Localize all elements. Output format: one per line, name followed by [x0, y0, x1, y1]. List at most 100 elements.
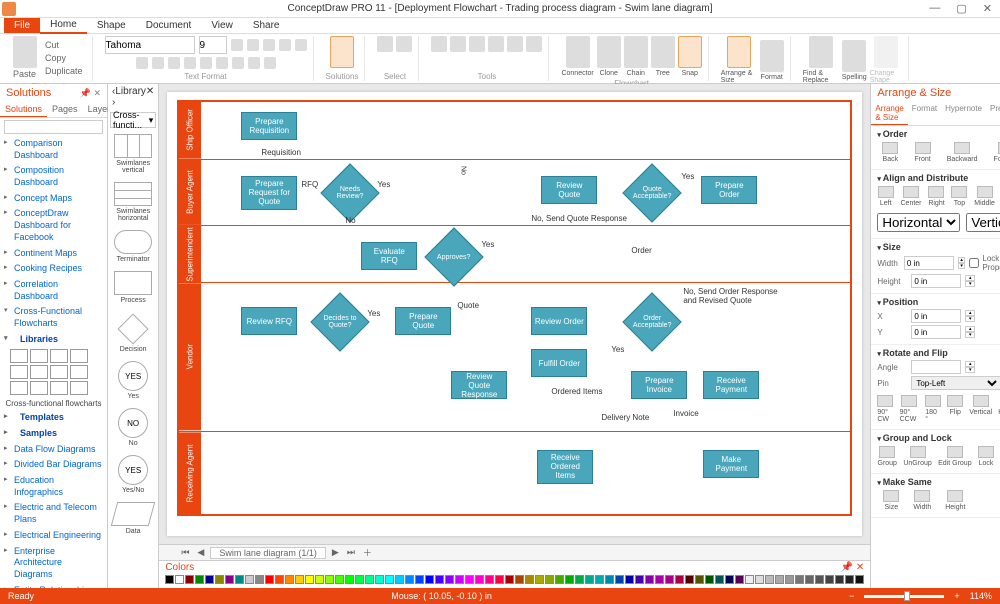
color-swatch[interactable]	[745, 575, 754, 584]
width-input[interactable]	[904, 256, 954, 270]
node-prepare-rfq[interactable]: Prepare Request for Quote	[241, 176, 297, 210]
snap-icon[interactable]	[678, 36, 702, 68]
lib-thumb[interactable]	[70, 365, 88, 379]
angle-input[interactable]	[911, 360, 961, 374]
makesame-width[interactable]: Width	[913, 490, 931, 511]
color-swatch[interactable]	[335, 575, 344, 584]
flip-vertical[interactable]: Vertical	[969, 395, 992, 423]
lib-thumb[interactable]	[30, 381, 48, 395]
sol-item[interactable]: Electrical Engineering	[0, 528, 107, 544]
color-swatch[interactable]	[355, 575, 364, 584]
color-swatch[interactable]	[645, 575, 654, 584]
color-swatch[interactable]	[585, 575, 594, 584]
sol-templates[interactable]: Templates	[0, 410, 107, 426]
color-swatch[interactable]	[795, 575, 804, 584]
sol-item[interactable]: Data Flow Diagrams	[0, 442, 107, 458]
clone-icon[interactable]	[597, 36, 621, 68]
node-receive-ordered-items[interactable]: Receive Ordered Items	[537, 450, 593, 484]
sol-item-cross-functional[interactable]: Cross-Functional Flowcharts	[0, 304, 107, 331]
library-dropdown[interactable]: Cross-functi...▾	[110, 112, 156, 128]
valign-bot-icon[interactable]	[264, 57, 276, 69]
strike-icon[interactable]	[184, 57, 196, 69]
arrange-size-icon[interactable]	[727, 36, 751, 68]
color-swatch[interactable]	[375, 575, 384, 584]
sol-item[interactable]: Electric and Telecom Plans	[0, 500, 107, 527]
makesame-height[interactable]: Height	[945, 490, 965, 511]
node-prepare-invoice[interactable]: Prepare Invoice	[631, 371, 687, 399]
color-swatch[interactable]	[255, 575, 264, 584]
lib-thumb[interactable]	[30, 365, 48, 379]
color-swatch[interactable]	[385, 575, 394, 584]
tool-pen-icon[interactable]	[526, 36, 542, 52]
color-swatch[interactable]	[425, 575, 434, 584]
node-prepare-order[interactable]: Prepare Order	[701, 176, 757, 204]
color-swatch[interactable]	[725, 575, 734, 584]
sol-item[interactable]: Correlation Dashboard	[0, 277, 107, 304]
color-swatch[interactable]	[555, 575, 564, 584]
lib-yesno[interactable]: YESYes/No	[108, 451, 158, 498]
valign-top-icon[interactable]	[232, 57, 244, 69]
sol-item[interactable]: Divided Bar Diagrams	[0, 457, 107, 473]
color-swatch[interactable]	[625, 575, 634, 584]
node-review-quote[interactable]: Review Quote	[541, 176, 597, 204]
spin-down[interactable]: ▾	[965, 316, 975, 322]
node-receive-payment[interactable]: Receive Payment	[703, 371, 759, 399]
y-input[interactable]	[911, 325, 961, 339]
change-shape-icon[interactable]	[874, 36, 898, 68]
color-swatch[interactable]	[475, 575, 484, 584]
spelling-icon[interactable]	[842, 40, 866, 72]
tab-solutions[interactable]: Solutions	[0, 102, 47, 117]
lib-yes[interactable]: YESYes	[108, 357, 158, 404]
color-swatch[interactable]	[855, 575, 864, 584]
color-swatch[interactable]	[465, 575, 474, 584]
select-lasso-icon[interactable]	[396, 36, 412, 52]
align-right-icon[interactable]	[295, 39, 307, 51]
solutions-panel-controls[interactable]: 📌 ✕	[80, 88, 101, 99]
color-swatch[interactable]	[455, 575, 464, 584]
tab-nav-first[interactable]: ⏮	[179, 547, 191, 558]
color-swatch[interactable]	[285, 575, 294, 584]
color-swatch[interactable]	[415, 575, 424, 584]
align-top[interactable]: Top	[951, 186, 967, 207]
bold-icon[interactable]	[136, 57, 148, 69]
color-swatch[interactable]	[805, 575, 814, 584]
menu-shape[interactable]: Shape	[87, 18, 136, 33]
find-replace-icon[interactable]	[809, 36, 833, 68]
close-button[interactable]: ✕	[979, 2, 996, 15]
color-swatch[interactable]	[535, 575, 544, 584]
sol-item[interactable]: Entity-Relationship Diagram (ERD)	[0, 583, 107, 588]
color-swatch[interactable]	[485, 575, 494, 584]
flip[interactable]: Flip	[947, 395, 963, 423]
sol-item[interactable]: Cooking Recipes	[0, 261, 107, 277]
menu-file[interactable]: File	[4, 18, 40, 33]
color-swatch[interactable]	[545, 575, 554, 584]
rtab-presentation[interactable]: Presentation	[986, 102, 1000, 125]
lib-thumb[interactable]	[10, 365, 28, 379]
solutions-tree[interactable]: Comparison Dashboard Composition Dashboa…	[0, 136, 107, 588]
rtab-arrange-size[interactable]: Arrange & Size	[871, 102, 907, 125]
x-input[interactable]	[911, 309, 961, 323]
node-prepare-quote[interactable]: Prepare Quote	[395, 307, 451, 335]
color-swatch[interactable]	[325, 575, 334, 584]
color-swatch[interactable]	[735, 575, 744, 584]
color-swatch[interactable]	[365, 575, 374, 584]
node-review-quote-response[interactable]: Review Quote Response	[451, 371, 507, 399]
distribute-vertical[interactable]: Vertical	[966, 213, 1000, 232]
color-swatch[interactable]	[825, 575, 834, 584]
color-swatch[interactable]	[665, 575, 674, 584]
distribute-horizontal[interactable]: Horizontal	[877, 213, 960, 232]
color-swatch[interactable]	[445, 575, 454, 584]
color-swatch[interactable]	[195, 575, 204, 584]
sol-libraries[interactable]: Libraries	[0, 332, 107, 348]
cut-button[interactable]: Cut	[42, 39, 86, 51]
color-swatch[interactable]	[605, 575, 614, 584]
color-swatch[interactable]	[505, 575, 514, 584]
color-swatch[interactable]	[775, 575, 784, 584]
color-swatch[interactable]	[575, 575, 584, 584]
order-backward[interactable]: Backward	[947, 142, 978, 163]
font-size-select[interactable]	[199, 36, 227, 54]
font-decrease-icon[interactable]	[247, 39, 259, 51]
align-left[interactable]: Left	[878, 186, 894, 207]
color-swatch[interactable]	[165, 575, 174, 584]
ungroup-btn[interactable]: UnGroup	[903, 446, 931, 467]
